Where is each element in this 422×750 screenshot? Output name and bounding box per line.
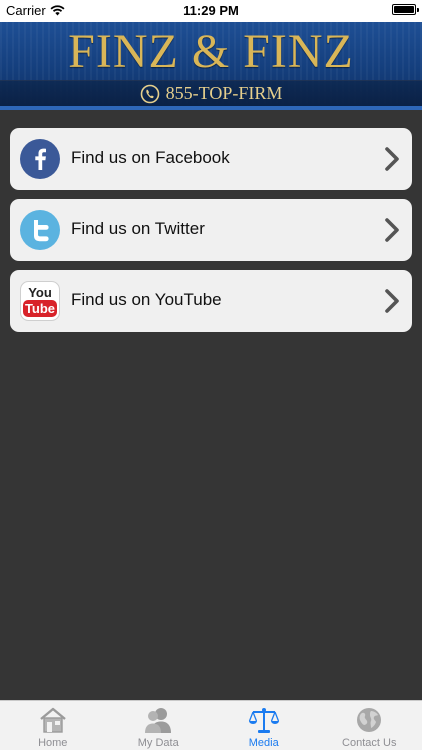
chevron-right-icon	[385, 218, 399, 242]
chevron-right-icon	[385, 289, 399, 313]
tab-bar: Home My Data Media Contact Us	[0, 700, 422, 750]
twitter-link-row[interactable]: Find us on Twitter	[10, 199, 412, 261]
twitter-link-label: Find us on Twitter	[71, 219, 205, 238]
status-bar: Carrier 11:29 PM	[0, 0, 422, 22]
youtube-link-label: Find us on YouTube	[71, 290, 222, 309]
tab-my-data-label: My Data	[137, 737, 179, 749]
firm-name: FINZ & FINZ	[68, 25, 354, 78]
tab-my-data[interactable]: My Data	[106, 701, 212, 750]
home-icon	[39, 707, 66, 733]
firm-header: FINZ & FINZ 855-TOP-FIRM	[0, 22, 422, 110]
youtube-icon: You Tube	[20, 281, 60, 321]
phone-icon	[140, 84, 159, 103]
header-divider	[0, 106, 422, 110]
status-time: 11:29 PM	[183, 3, 239, 18]
tab-home-label: Home	[38, 737, 68, 749]
tab-media-label: Media	[248, 737, 279, 749]
tab-media[interactable]: Media	[211, 701, 317, 750]
users-icon	[145, 708, 172, 733]
battery-icon	[392, 4, 419, 15]
phone-link[interactable]: 855-TOP-FIRM	[0, 80, 422, 106]
facebook-icon	[20, 139, 60, 179]
tab-contact-us[interactable]: Contact Us	[317, 701, 422, 750]
tab-contact-us-label: Contact Us	[342, 737, 397, 749]
youtube-logo-tube: Tube	[25, 301, 55, 316]
twitter-icon	[20, 210, 60, 250]
tab-home[interactable]: Home	[0, 701, 106, 750]
phone-number: 855-TOP-FIRM	[165, 83, 283, 103]
scales-icon	[248, 708, 279, 733]
chevron-right-icon	[385, 147, 399, 171]
globe-icon	[357, 708, 382, 732]
youtube-link-row[interactable]: You Tube Find us on YouTube	[10, 270, 412, 332]
facebook-link-label: Find us on Facebook	[71, 148, 230, 167]
facebook-link-row[interactable]: Find us on Facebook	[10, 128, 412, 190]
youtube-logo-you: You	[28, 285, 52, 300]
